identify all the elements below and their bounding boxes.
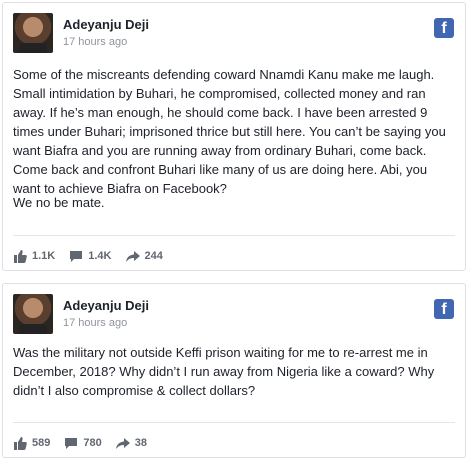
share-arrow-icon [125,250,140,262]
post-text: Was the military not outside Keffi priso… [13,345,435,398]
facebook-icon: f [434,18,454,38]
share-button[interactable]: 38 [115,437,147,450]
divider [13,422,455,423]
post-text: We no be mate. [13,195,105,210]
thumbs-up-icon [14,436,27,450]
comment-count: 780 [83,437,102,449]
like-button[interactable]: 1.1K [13,249,56,263]
reaction-bar: 589 780 38 [13,434,161,452]
author-name[interactable]: Adeyanju Deji [63,17,149,32]
like-count: 589 [32,437,51,449]
avatar-detail [19,43,47,53]
post-timestamp[interactable]: 17 hours ago [63,317,127,329]
facebook-icon: f [434,299,454,319]
post-card: Adeyanju Deji 17 hours ago f Some of the… [2,2,466,271]
comment-button[interactable]: 780 [64,437,102,450]
avatar-detail [19,324,47,334]
author-name[interactable]: Adeyanju Deji [63,298,149,313]
reaction-bar: 1.1K 1.4K 244 [13,247,177,265]
share-arrow-icon [115,437,130,449]
share-count: 38 [134,437,147,449]
thumbs-up-icon [14,249,27,263]
comment-button[interactable]: 1.4K [69,250,112,263]
avatar[interactable] [13,13,53,53]
comment-icon [65,437,78,449]
comment-count: 1.4K [88,250,112,262]
like-count: 1.1K [32,250,56,262]
comment-icon [70,250,83,262]
post-card: Adeyanju Deji 17 hours ago f Was the mil… [2,283,466,458]
like-button[interactable]: 589 [13,436,51,450]
divider [13,235,455,236]
post-text: Some of the miscreants defending coward … [13,67,446,196]
share-count: 244 [144,250,163,262]
post-timestamp[interactable]: 17 hours ago [63,36,127,48]
share-button[interactable]: 244 [125,250,163,263]
avatar[interactable] [13,294,53,334]
